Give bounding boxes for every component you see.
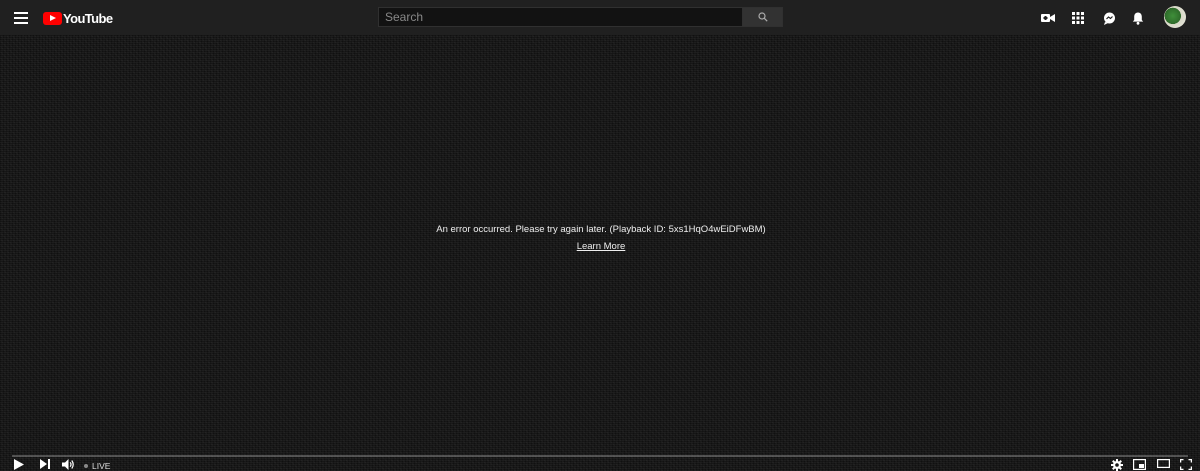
fullscreen-icon	[1180, 459, 1192, 470]
learn-more-container: Learn More	[0, 241, 1200, 252]
video-player[interactable]: An error occurred. Please try again late…	[0, 35, 1200, 471]
next-icon	[40, 459, 50, 469]
play-icon	[14, 459, 24, 470]
apps-grid-icon[interactable]	[1070, 10, 1086, 26]
player-controls: LIVE	[0, 457, 1200, 471]
create-video-icon[interactable]	[1040, 10, 1056, 26]
play-button[interactable]	[14, 459, 24, 470]
messages-icon[interactable]	[1101, 10, 1117, 26]
miniplayer-button[interactable]	[1133, 459, 1146, 470]
menu-icon[interactable]	[12, 9, 30, 27]
notifications-bell-icon[interactable]	[1130, 10, 1146, 26]
avatar[interactable]	[1164, 6, 1186, 28]
fullscreen-button[interactable]	[1180, 459, 1192, 470]
search-bar	[378, 7, 783, 27]
learn-more-link[interactable]: Learn More	[577, 241, 626, 252]
next-button[interactable]	[40, 459, 50, 469]
masthead: YouTube	[0, 0, 1200, 35]
settings-button[interactable]	[1111, 459, 1123, 471]
settings-icon	[1111, 459, 1123, 471]
miniplayer-icon	[1133, 459, 1146, 470]
search-input[interactable]	[378, 7, 742, 27]
theater-mode-icon	[1157, 459, 1170, 468]
live-dot	[84, 464, 88, 468]
youtube-logo[interactable]: YouTube	[43, 10, 113, 26]
live-label: LIVE	[92, 461, 111, 471]
youtube-play-icon	[43, 11, 62, 25]
search-icon	[757, 12, 768, 22]
error-message: An error occurred. Please try again late…	[436, 224, 766, 235]
logo-text: YouTube	[63, 10, 113, 26]
search-button[interactable]	[742, 7, 783, 27]
volume-icon	[62, 459, 74, 470]
live-badge[interactable]: LIVE	[84, 461, 110, 471]
theater-mode-button[interactable]	[1157, 459, 1170, 468]
volume-button[interactable]	[62, 459, 75, 470]
